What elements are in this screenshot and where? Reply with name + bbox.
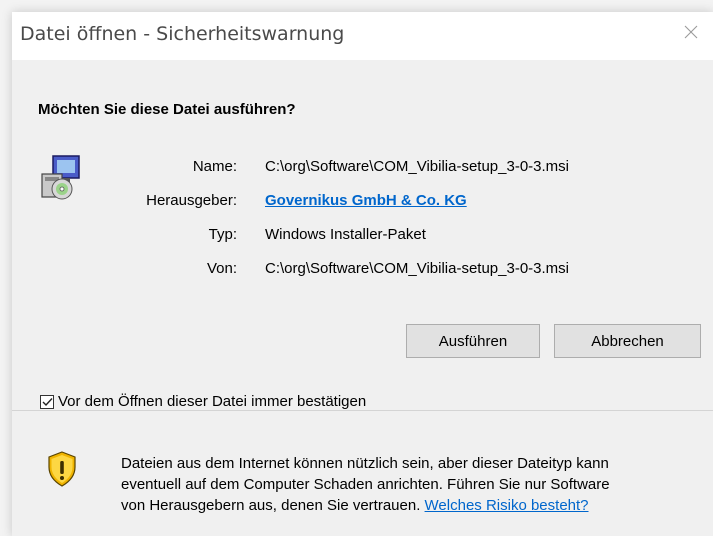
- from-label: Von:: [206, 260, 237, 277]
- question-heading: Möchten Sie diese Datei ausführen?: [38, 101, 296, 118]
- publisher-link[interactable]: Governikus GmbH & Co. KG: [265, 192, 467, 209]
- checkmark-icon: [42, 397, 53, 406]
- close-icon: [684, 25, 698, 39]
- installer-package-icon: [41, 155, 80, 200]
- risk-info-link[interactable]: Welches Risiko besteht?: [425, 497, 589, 514]
- run-button[interactable]: Ausführen: [406, 324, 540, 358]
- name-label: Name:: [192, 158, 237, 175]
- warning-line-3-text: von Herausgebern aus, denen Sie vertraue…: [121, 497, 421, 514]
- window-title: Datei öffnen - Sicherheitswarnung: [20, 23, 345, 45]
- always-confirm-checkbox-row[interactable]: Vor dem Öffnen dieser Datei immer bestät…: [40, 393, 366, 410]
- dialog-body: Möchten Sie diese Datei ausführen? Name:…: [12, 60, 713, 410]
- name-value: C:\org\Software\COM_Vibilia-setup_3-0-3.…: [265, 158, 570, 175]
- always-confirm-label: Vor dem Öffnen dieser Datei immer bestät…: [58, 393, 367, 410]
- warning-line-2: eventuell auf dem Computer Schaden anric…: [121, 476, 610, 493]
- warning-footer: Dateien aus dem Internet können nützlich…: [12, 411, 713, 536]
- cancel-button[interactable]: Abbrechen: [554, 324, 701, 358]
- from-value: C:\org\Software\COM_Vibilia-setup_3-0-3.…: [265, 260, 570, 277]
- type-value: Windows Installer-Paket: [265, 226, 426, 243]
- publisher-label: Herausgeber:: [146, 192, 237, 209]
- always-confirm-checkbox[interactable]: [40, 394, 54, 409]
- title-bar: Datei öffnen - Sicherheitswarnung: [12, 12, 713, 60]
- warning-text: Dateien aus dem Internet können nützlich…: [121, 453, 713, 516]
- close-button[interactable]: [669, 12, 713, 52]
- type-label: Typ:: [208, 226, 237, 243]
- security-warning-dialog: Datei öffnen - Sicherheitswarnung Möchte…: [12, 12, 713, 536]
- shield-warning-icon: [48, 451, 76, 487]
- warning-line-1: Dateien aus dem Internet können nützlich…: [121, 455, 609, 472]
- warning-line-3: von Herausgebern aus, denen Sie vertraue…: [121, 495, 713, 516]
